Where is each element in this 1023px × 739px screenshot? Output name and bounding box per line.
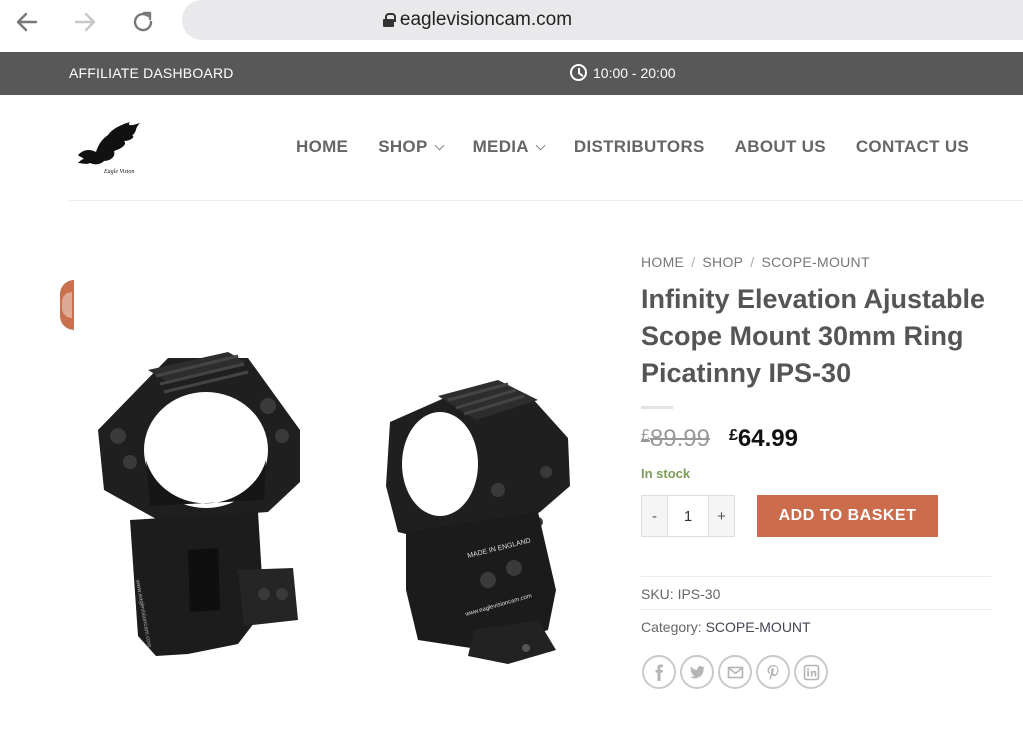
- nav-contact-us[interactable]: CONTACT US: [856, 137, 969, 157]
- nav-distributors[interactable]: DISTRIBUTORS: [574, 137, 705, 157]
- forward-arrow-icon: [74, 12, 96, 32]
- pinterest-share-button[interactable]: [756, 655, 790, 689]
- quantity-input[interactable]: [667, 496, 709, 536]
- chevron-down-icon: [535, 140, 546, 150]
- sku-label: SKU:: [641, 586, 674, 602]
- facebook-icon: [655, 664, 663, 681]
- nav-media-label: MEDIA: [472, 137, 529, 156]
- meta-divider: [641, 576, 991, 577]
- nav-shop-label: SHOP: [378, 137, 428, 156]
- sku-value: IPS-30: [677, 586, 721, 602]
- reload-icon: [133, 11, 153, 32]
- right-mount-illustration: MADE IN ENGLAND www.eaglevisioncam.com: [386, 380, 570, 664]
- nav-distributors-label: DISTRIBUTORS: [573, 137, 705, 156]
- address-bar[interactable]: eaglevisioncam.com: [182, 0, 1023, 40]
- stock-status: In stock: [641, 466, 691, 481]
- site-header: Eagle Vision HOME SHOP MEDIA DISTRIBUTOR…: [0, 95, 1023, 201]
- nav-about-us[interactable]: ABOUT US: [735, 137, 826, 157]
- add-to-basket-button[interactable]: ADD TO BASKET: [757, 495, 938, 537]
- breadcrumb-scope-mount[interactable]: SCOPE-MOUNT: [762, 254, 870, 270]
- old-price: £89.99: [641, 425, 710, 453]
- nav-shop[interactable]: SHOP: [378, 137, 445, 157]
- nav-home-label: HOME: [296, 137, 349, 156]
- nav-media[interactable]: MEDIA: [472, 137, 546, 157]
- product-title: Infinity Elevation Ajustable Scope Mount…: [641, 284, 986, 388]
- quantity-stepper: - +: [641, 495, 735, 537]
- email-icon: [727, 666, 743, 678]
- lock-icon: [382, 13, 396, 27]
- breadcrumb-home[interactable]: HOME: [641, 254, 684, 270]
- hours-text: 10:00 - 20:00: [593, 64, 676, 81]
- url-text: eaglevisioncam.com: [399, 9, 573, 30]
- sale-price: £64.99: [729, 425, 798, 453]
- back-arrow-icon: [16, 12, 38, 32]
- clock-icon: [570, 64, 587, 81]
- qty-minus-button[interactable]: -: [642, 496, 667, 536]
- category-link[interactable]: SCOPE-MOUNT: [706, 619, 811, 635]
- category-label: Category:: [641, 619, 702, 635]
- facebook-share-button[interactable]: [642, 655, 676, 689]
- nav-contact-label: CONTACT US: [855, 137, 970, 156]
- title-divider: [641, 406, 673, 409]
- left-mount-illustration: www.eaglevisioncam.com: [98, 352, 300, 656]
- twitter-share-button[interactable]: [680, 655, 714, 689]
- share-icons: [642, 655, 828, 689]
- qty-plus-button[interactable]: +: [709, 496, 734, 536]
- pinterest-icon: [767, 664, 778, 680]
- affiliate-dashboard-link[interactable]: AFFILIATE DASHBOARD: [69, 65, 234, 81]
- eagle-vision-logo[interactable]: Eagle Vision: [74, 119, 144, 175]
- main-nav: HOME SHOP MEDIA DISTRIBUTORS ABOUT US CO…: [296, 137, 999, 157]
- breadcrumb: HOME / SHOP / SCOPE-MOUNT: [641, 254, 870, 270]
- meta-divider: [641, 609, 991, 610]
- browser-toolbar: eaglevisioncam.com: [0, 0, 1023, 44]
- twitter-icon: [689, 665, 705, 678]
- svg-text:Eagle Vision: Eagle Vision: [103, 169, 134, 175]
- sale-price-value: 64.99: [737, 425, 798, 452]
- old-price-value: 89.99: [649, 425, 710, 452]
- chevron-down-icon: [434, 140, 445, 150]
- forward-button[interactable]: [70, 7, 100, 37]
- linkedin-icon: [803, 664, 819, 680]
- header-divider: [69, 200, 1023, 201]
- linkedin-share-button[interactable]: [794, 655, 828, 689]
- sale-price-currency: £: [729, 427, 738, 444]
- top-strip: AFFILIATE DASHBOARD 10:00 - 20:00: [0, 52, 1023, 95]
- nav-home[interactable]: HOME: [296, 137, 348, 157]
- email-share-button[interactable]: [718, 655, 752, 689]
- back-button[interactable]: [12, 7, 42, 37]
- reload-button[interactable]: [128, 7, 158, 37]
- opening-hours: 10:00 - 20:00: [570, 64, 676, 81]
- product-sku: SKU: IPS-30: [641, 586, 720, 602]
- old-price-currency: £: [641, 427, 650, 444]
- product-category: Category: SCOPE-MOUNT: [641, 619, 811, 635]
- product-image[interactable]: www.eaglevisioncam.com MADE IN ENGLAND w…: [68, 250, 618, 680]
- nav-about-label: ABOUT US: [734, 137, 826, 156]
- breadcrumb-shop[interactable]: SHOP: [702, 254, 743, 270]
